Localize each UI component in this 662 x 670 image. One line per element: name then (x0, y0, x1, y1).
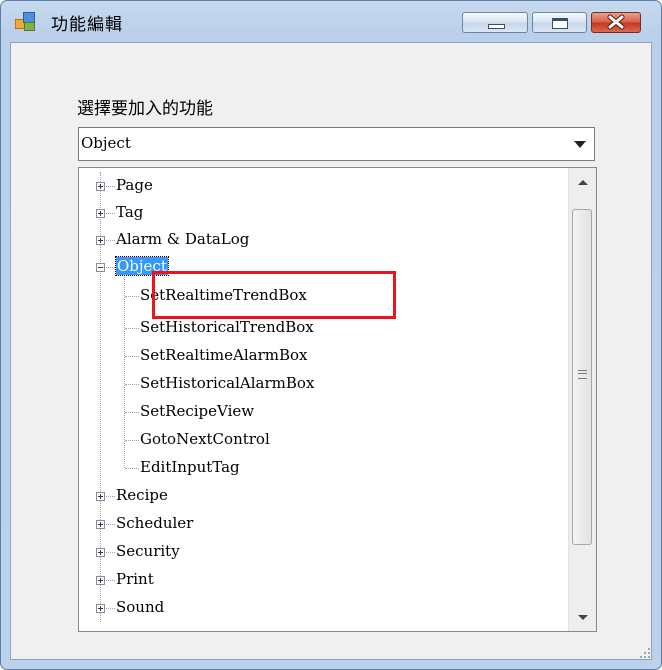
close-icon (607, 14, 625, 30)
minimize-button[interactable] (462, 12, 528, 33)
tree-child-node[interactable]: EditInputTag (79, 454, 559, 481)
app-icon (15, 12, 35, 31)
function-tree[interactable]: Page Tag Alarm & DataLog Object SetRealt… (78, 167, 597, 632)
tree-node[interactable]: Scheduler (79, 510, 559, 537)
expand-icon[interactable] (96, 576, 105, 585)
scrollbar-thumb[interactable] (572, 209, 592, 545)
expand-icon[interactable] (96, 492, 105, 501)
expand-icon[interactable] (96, 236, 105, 245)
window-title: 功能編輯 (51, 15, 123, 35)
dropdown-value: Object (81, 134, 131, 152)
tree-node[interactable]: Page (79, 172, 559, 199)
tree-child-node[interactable]: SetHistoricalAlarmBox (79, 370, 559, 397)
maximize-button[interactable] (532, 12, 587, 33)
tree-node-label: SetHistoricalTrendBox (140, 318, 314, 336)
scroll-down-icon[interactable] (569, 604, 596, 631)
vertical-scrollbar[interactable] (568, 168, 596, 631)
tree-node[interactable]: Tag (79, 199, 559, 226)
tree-node-label: EditInputTag (140, 458, 240, 476)
tree-node-label: Tag (116, 203, 144, 221)
tree-node-label: Scheduler (116, 514, 194, 532)
tree-child-node[interactable]: GotoNextControl (79, 426, 559, 453)
scroll-up-icon[interactable] (569, 168, 596, 195)
tree-node[interactable]: Security (79, 538, 559, 565)
tree-node-label: GotoNextControl (140, 430, 270, 448)
expand-icon[interactable] (96, 604, 105, 613)
collapse-icon[interactable] (96, 263, 105, 272)
tree-node-label: Alarm & DataLog (116, 230, 250, 248)
chevron-down-icon (574, 141, 586, 148)
tree-child-node[interactable]: SetRecipeView (79, 398, 559, 425)
tree-node-label: Security (116, 542, 180, 560)
tree-child-node[interactable]: SetRealtimeAlarmBox (79, 342, 559, 369)
tree-node-label: Recipe (116, 486, 168, 504)
maximize-icon (552, 18, 568, 29)
tree-node[interactable]: Sound (79, 594, 559, 621)
tree-node-label: SetRecipeView (140, 402, 255, 420)
resize-grip-icon[interactable] (640, 648, 650, 658)
tree-node-label: Print (116, 570, 154, 588)
title-bar[interactable]: 功能編輯 (1, 1, 661, 41)
expand-icon[interactable] (96, 520, 105, 529)
tree-node-label: Page (116, 176, 153, 194)
close-button[interactable] (591, 12, 641, 33)
minimize-icon (488, 24, 505, 29)
tree-node-label: Sound (116, 598, 165, 616)
tree-node-label: SetHistoricalAlarmBox (140, 374, 315, 392)
tree-node[interactable]: Alarm & DataLog (79, 226, 559, 253)
tree-node[interactable]: Print (79, 566, 559, 593)
tree-node-label: SetRealtimeAlarmBox (140, 346, 308, 364)
expand-icon[interactable] (96, 548, 105, 557)
expand-icon[interactable] (96, 182, 105, 191)
highlight-box (152, 271, 396, 319)
expand-icon[interactable] (96, 209, 105, 218)
function-category-dropdown[interactable]: Object (78, 127, 595, 161)
function-prompt-label: 選擇要加入的功能 (77, 99, 213, 119)
tree-node[interactable]: Recipe (79, 482, 559, 509)
